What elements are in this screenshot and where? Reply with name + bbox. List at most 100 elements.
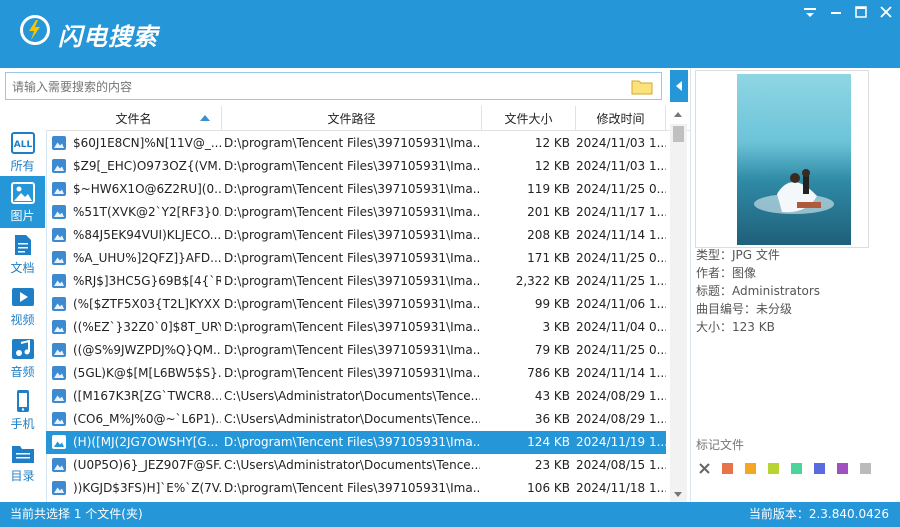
tag-color-swatch[interactable] [745, 463, 756, 474]
table-row[interactable]: ))KGJD$3FS)H]`E%`Z(7V... D:\program\Tence… [46, 477, 666, 500]
table-row[interactable]: %84J5EK94VUI)KLJECO... D:\program\Tencent… [46, 224, 666, 247]
search-box[interactable] [5, 72, 662, 100]
column-header-modified[interactable]: 修改时间 [576, 106, 666, 130]
file-path: C:\Users\Administrator\Documents\Tence..… [224, 412, 480, 426]
lightning-logo-icon [20, 15, 50, 45]
sidebar-item-label: 手机 [10, 417, 35, 431]
image-file-icon [52, 435, 66, 449]
image-file-icon [52, 205, 66, 219]
table-row[interactable]: (%[$ZTF5X03{T2L]KYXX... D:\program\Tencen… [46, 293, 666, 316]
vertical-scrollbar[interactable] [670, 112, 687, 502]
close-icon[interactable] [876, 4, 896, 20]
menu-icon[interactable] [800, 4, 820, 20]
file-name: (U0P5O)6}_JEZ907F@SF... [73, 458, 221, 472]
sidebar-item-documents[interactable]: 文档 [0, 228, 45, 280]
tag-color-swatch[interactable] [791, 463, 802, 474]
file-modified: 2024/08/29 1... [576, 412, 666, 426]
clear-tag-icon[interactable] [699, 463, 710, 474]
file-path: D:\program\Tencent Files\397105931\Ima..… [224, 159, 480, 173]
image-file-icon [52, 412, 66, 426]
table-row[interactable]: $Z9[_EHC)O973OZ{(VM... D:\program\Tencent… [46, 155, 666, 178]
file-modified: 2024/11/04 0... [576, 320, 666, 334]
image-file-icon [52, 320, 66, 334]
file-modified: 2024/11/19 1... [576, 435, 666, 449]
table-row[interactable]: ((%EZ`}32Z0`0]$8T_URY... D:\program\Tence… [46, 316, 666, 339]
detail-panel: 类型：JPG 文件 作者：图像 标题：Administrators 曲目编号：未… [690, 68, 900, 502]
table-row[interactable]: $~HW6X1O@6Z2RU](0... D:\program\Tencent F… [46, 178, 666, 201]
file-path: C:\Users\Administrator\Documents\Tence..… [224, 458, 480, 472]
file-size: 124 KB [527, 435, 570, 449]
table-row[interactable]: ([M167K3R[ZG`TWCR8... C:\Users\Administra… [46, 385, 666, 408]
tag-color-swatch[interactable] [860, 463, 871, 474]
sidebar-item-label: 音频 [10, 365, 35, 379]
sidebar-item-label: 图片 [10, 209, 35, 223]
file-modified: 2024/11/25 1... [576, 274, 666, 288]
file-size: 12 KB [534, 159, 570, 173]
file-path: D:\program\Tencent Files\397105931\Ima..… [224, 343, 480, 357]
file-size: 3 KB [542, 320, 570, 334]
sidebar-item-images[interactable]: 图片 [0, 176, 45, 228]
collapse-panel-button[interactable] [670, 70, 688, 102]
table-row[interactable]: (U0P5O)6}_JEZ907F@SF... C:\Users\Administ… [46, 454, 666, 477]
file-path: D:\program\Tencent Files\397105931\Ima..… [224, 205, 480, 219]
tag-files-label: 标记文件 [696, 438, 745, 452]
file-name: ((%EZ`}32Z0`0]$8T_URY... [73, 320, 221, 334]
table-row[interactable]: $60J1E8CN]%N[11V@_... D:\program\Tencent … [46, 132, 666, 155]
search-bar [0, 68, 690, 106]
file-path: D:\program\Tencent Files\397105931\Ima..… [224, 297, 480, 311]
sidebar-item-directory[interactable]: 目录 [0, 436, 45, 488]
maximize-icon[interactable] [851, 4, 871, 20]
file-name: %RJ$]3HC5G}69B$[4{`R... [73, 274, 221, 288]
minimize-icon[interactable] [826, 4, 846, 20]
column-header-label: 修改时间 [596, 112, 645, 126]
detail-title: 标题：Administrators [696, 284, 821, 298]
app-title: 闪电搜索 [58, 23, 158, 51]
folder-list-icon [11, 442, 35, 464]
column-header-name[interactable]: 文件名 [46, 106, 222, 130]
sidebar-item-label: 目录 [10, 469, 35, 483]
scroll-down-icon[interactable] [674, 492, 682, 497]
file-name: ))KGJD$3FS)H]`E%`Z(7V... [73, 481, 221, 495]
table-row[interactable]: %A_UHU%]2QFZ]}AFD... D:\program\Tencent F… [46, 247, 666, 270]
status-bar: 当前共选择 1 个文件(夹) 当前版本：2.3.840.0426 [0, 502, 900, 527]
scroll-up-icon[interactable] [674, 112, 682, 117]
sidebar-item-label: 视频 [10, 313, 35, 327]
tag-color-swatch[interactable] [837, 463, 848, 474]
image-file-icon [52, 136, 66, 150]
column-header-label: 文件路径 [327, 112, 376, 126]
scrollbar-thumb[interactable] [673, 126, 684, 142]
column-header-size[interactable]: 文件大小 [482, 106, 576, 130]
file-name: (5GL)K@$[M[L6BW5$S}... [73, 366, 221, 380]
table-row[interactable]: %51T(XVK@2`Y2[RF3}0... D:\program\Tencent… [46, 201, 666, 224]
sidebar-item-phone[interactable]: 手机 [0, 384, 45, 436]
preview-photo [737, 74, 851, 245]
audio-icon [11, 338, 35, 360]
search-input[interactable] [10, 77, 624, 97]
folder-icon[interactable] [631, 78, 653, 95]
category-sidebar: ALL 所有 图片 文档 视频 音频 手机 目录 [0, 106, 47, 502]
file-name: (H)([MJ(2JG7OWSHY[G... [73, 435, 219, 449]
table-row-selected[interactable]: (H)([MJ(2JG7OWSHY[G... D:\program\Tencent… [46, 431, 666, 454]
sidebar-item-videos[interactable]: 视频 [0, 280, 45, 332]
table-row[interactable]: %RJ$]3HC5G}69B$[4{`R... D:\program\Tencen… [46, 270, 666, 293]
file-path: D:\program\Tencent Files\397105931\Ima..… [224, 182, 480, 196]
tag-color-swatch[interactable] [722, 463, 733, 474]
image-file-icon [52, 458, 66, 472]
column-header-path[interactable]: 文件路径 [222, 106, 482, 130]
file-name: %51T(XVK@2`Y2[RF3}0... [73, 205, 221, 219]
tag-color-swatch[interactable] [814, 463, 825, 474]
sidebar-item-audio[interactable]: 音频 [0, 332, 45, 384]
tag-color-swatch[interactable] [768, 463, 779, 474]
image-file-icon [52, 366, 66, 380]
file-size: 2,322 KB [515, 274, 570, 288]
file-name: %A_UHU%]2QFZ]}AFD... [73, 251, 221, 265]
file-modified: 2024/11/06 1... [576, 297, 666, 311]
sidebar-item-all[interactable]: ALL 所有 [0, 126, 45, 178]
table-row[interactable]: (5GL)K@$[M[L6BW5$S}... D:\program\Tencent… [46, 362, 666, 385]
table-row[interactable]: ((@S%9JWZPDJ%Q}QM... D:\program\Tencent F… [46, 339, 666, 362]
table-row[interactable]: (CO6_M%J%0@~`L6P1)... C:\Users\Administra… [46, 408, 666, 431]
file-table: 文件名 文件路径 文件大小 修改时间 $60J1E8CN]%N[11V@_...… [46, 106, 690, 502]
image-file-icon [52, 274, 66, 288]
status-version: 当前版本：2.3.840.0426 [748, 507, 889, 521]
file-name: (CO6_M%J%0@~`L6P1)... [73, 412, 221, 426]
